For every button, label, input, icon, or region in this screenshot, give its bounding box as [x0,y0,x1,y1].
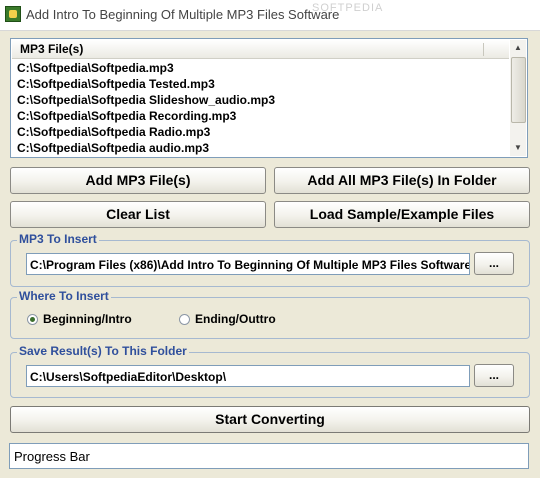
save-folder-field[interactable]: C:\Users\SoftpediaEditor\Desktop\ [26,365,470,387]
add-folder-label: Add All MP3 File(s) In Folder [307,172,497,188]
save-folder-label: Save Result(s) To This Folder [17,344,189,358]
add-mp3-files-label: Add MP3 File(s) [85,172,191,188]
app-icon [5,6,21,22]
radio-beginning[interactable]: Beginning/Intro [27,312,132,326]
progress-bar-label: Progress Bar [14,449,90,464]
mp3-to-insert-label: MP3 To Insert [17,232,99,246]
add-folder-button[interactable]: Add All MP3 File(s) In Folder [274,167,530,194]
load-sample-button[interactable]: Load Sample/Example Files [274,201,530,228]
list-column-header[interactable]: MP3 File(s) [12,40,509,59]
start-converting-label: Start Converting [215,411,325,427]
radio-checked-icon[interactable] [27,313,38,325]
window-title: Add Intro To Beginning Of Multiple MP3 F… [26,7,340,22]
add-mp3-files-button[interactable]: Add MP3 File(s) [10,167,266,194]
triangle-up-icon[interactable]: ▲ [510,40,526,56]
load-sample-label: Load Sample/Example Files [309,206,495,222]
browse-folder-button[interactable]: ... [474,364,514,387]
list-item[interactable]: C:\Softpedia\Softpedia.mp3 [17,60,275,76]
radio-unchecked-icon[interactable] [179,313,190,325]
mp3-file-list[interactable]: MP3 File(s) C:\Softpedia\Softpedia.mp3 C… [10,38,528,158]
list-item[interactable]: C:\Softpedia\Softpedia Tested.mp3 [17,76,275,92]
vertical-scrollbar[interactable]: ▲ ▼ [510,40,526,156]
clear-list-label: Clear List [106,206,170,222]
start-converting-button[interactable]: Start Converting [10,406,530,433]
browse-mp3-button[interactable]: ... [474,252,514,275]
mp3-to-insert-field[interactable]: C:\Program Files (x86)\Add Intro To Begi… [26,253,470,275]
triangle-down-icon[interactable]: ▼ [510,140,526,156]
list-item[interactable]: C:\Softpedia\Softpedia Radio.mp3 [17,124,275,140]
radio-ending[interactable]: Ending/Outtro [179,312,276,326]
list-item[interactable]: C:\Softpedia\Softpedia Recording.mp3 [17,108,275,124]
clear-list-button[interactable]: Clear List [10,201,266,228]
list-item[interactable]: C:\Softpedia\Softpedia audio.mp3 [17,140,275,156]
where-to-insert-label: Where To Insert [17,289,111,303]
progress-bar: Progress Bar [9,443,529,469]
title-bar: Add Intro To Beginning Of Multiple MP3 F… [0,0,540,31]
radio-ending-label: Ending/Outtro [195,312,276,326]
scrollbar-thumb[interactable] [511,57,526,123]
list-item[interactable]: C:\Softpedia\Softpedia Slideshow_audio.m… [17,92,275,108]
watermark: SOFTPEDIA [312,2,384,14]
column-divider[interactable] [483,43,484,56]
radio-beginning-label: Beginning/Intro [43,312,132,326]
list-rows: C:\Softpedia\Softpedia.mp3 C:\Softpedia\… [17,60,275,156]
list-header-label: MP3 File(s) [20,42,84,56]
